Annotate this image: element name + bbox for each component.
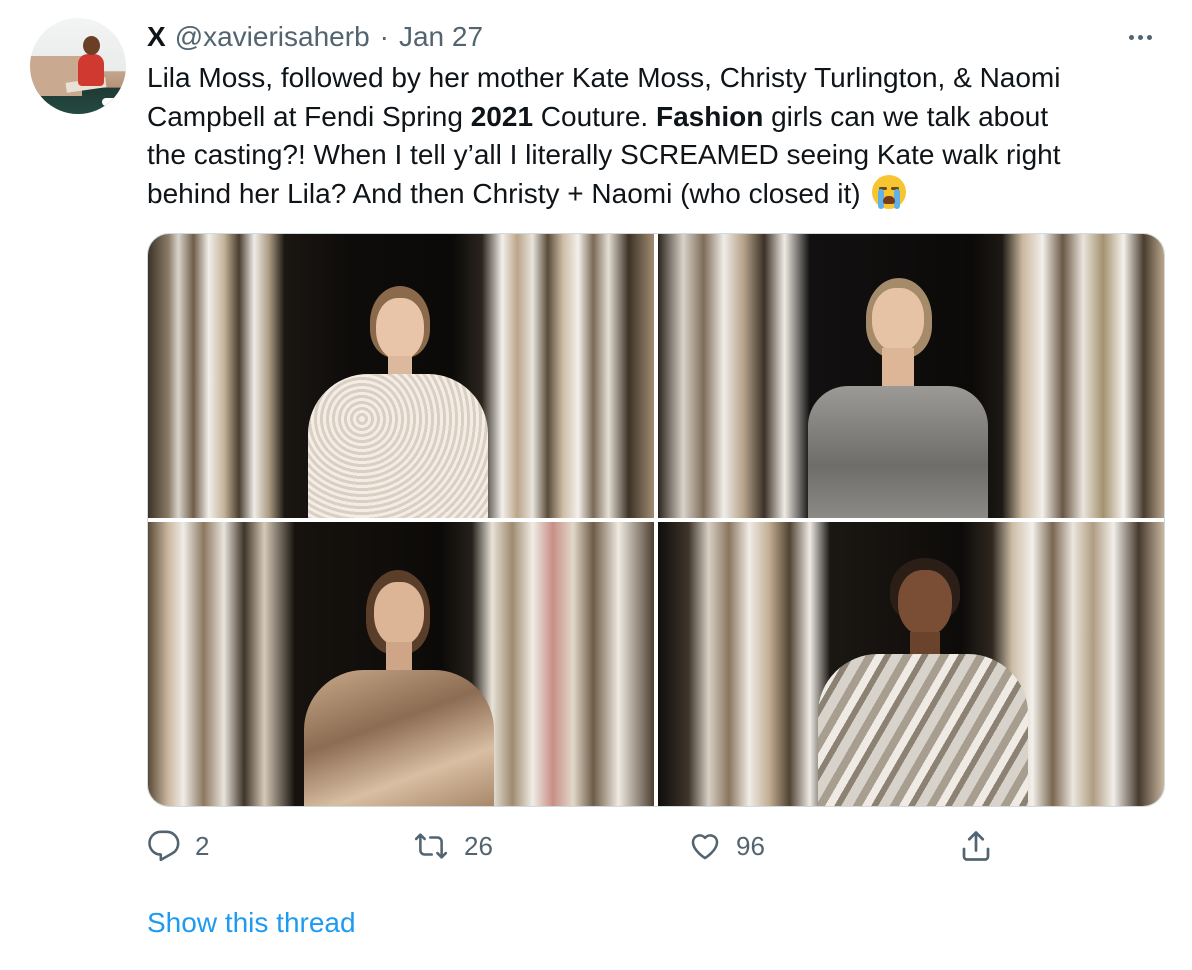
show-thread-link[interactable]: Show this thread <box>147 907 356 939</box>
model-figure <box>308 286 488 518</box>
bold-hashtag-like-text: 2021 <box>470 100 534 132</box>
model-figure <box>818 558 1028 806</box>
tweet-text-line: the casting?! When I tell y’all I litera… <box>147 139 1061 170</box>
loudly-crying-face-icon <box>872 174 907 209</box>
heart-icon <box>691 834 719 860</box>
avatar-figure-head <box>83 36 100 55</box>
bold-hashtag-like-text: Fashion <box>655 100 764 132</box>
photo-1[interactable] <box>148 234 654 518</box>
reply-count: 2 <box>195 830 210 861</box>
model-figure <box>304 570 494 806</box>
avatar-figure-body <box>78 54 104 86</box>
text-span: behind her Lila? And then Christy + Naom… <box>147 177 861 209</box>
avatar[interactable] <box>30 18 126 114</box>
tweet-text-line: behind her Lila? And then Christy + Naom… <box>147 174 1157 214</box>
more-options-icon[interactable] <box>1120 24 1160 50</box>
share-button[interactable] <box>958 826 994 866</box>
photo-4[interactable] <box>658 522 1164 806</box>
more-dot <box>1128 34 1134 40</box>
retweet-button[interactable]: 26 <box>412 826 493 866</box>
more-dot <box>1137 34 1143 40</box>
share-icon <box>962 831 990 861</box>
media-grid <box>147 233 1165 807</box>
avatar-figure-shoe <box>102 98 118 106</box>
more-dot <box>1146 34 1152 40</box>
text-span: girls can we talk about <box>763 100 1049 132</box>
author-handle[interactable]: @xavierisaherb <box>175 21 370 53</box>
text-span: Campbell at Fendi Spring <box>147 100 471 132</box>
author-name[interactable]: X <box>147 21 166 53</box>
tweet-text: Lila Moss, followed by her mother Kate M… <box>147 59 1157 213</box>
reply-button[interactable]: 2 <box>147 826 209 866</box>
tweet-text-line: Campbell at Fendi Spring 2021 Couture. F… <box>147 98 1157 137</box>
header-separator: · <box>379 21 389 52</box>
tweet-date[interactable]: Jan 27 <box>399 21 483 53</box>
like-button[interactable]: 96 <box>688 826 765 866</box>
retweet-icon <box>414 833 448 859</box>
reply-icon <box>148 830 180 862</box>
retweet-count: 26 <box>464 830 493 861</box>
text-span: Couture. <box>533 100 656 132</box>
model-figure <box>808 278 988 518</box>
photo-2[interactable] <box>658 234 1164 518</box>
tweet-text-line: Lila Moss, followed by her mother Kate M… <box>147 62 1061 93</box>
tweet-actions: 2 26 96 <box>0 826 1192 866</box>
tweet-header: X @xavierisaherb · Jan 27 <box>147 17 483 57</box>
like-count: 96 <box>736 830 765 861</box>
photo-3[interactable] <box>148 522 654 806</box>
